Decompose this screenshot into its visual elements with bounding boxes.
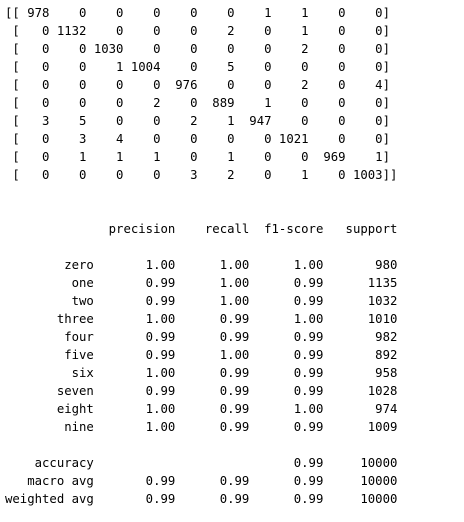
blank-line: ​ [5, 202, 397, 220]
matrix-row: [ 0 1 1 1 0 1 0 0 969 1] [5, 150, 390, 164]
matrix-row: [ 0 1132 0 0 0 2 0 1 0 0] [5, 24, 390, 38]
matrix-row: [ 0 0 0 0 976 0 0 2 0 4] [5, 78, 390, 92]
matrix-row: [ 3 5 0 0 2 1 947 0 0 0] [5, 114, 390, 128]
report-row: two 0.99 1.00 0.99 1032 [5, 294, 398, 308]
confusion-matrix: [[ 978 0 0 0 0 0 1 1 0 0] [ 0 1132 0 0 0… [5, 4, 397, 184]
console-output: [[ 978 0 0 0 0 0 1 1 0 0] [ 0 1132 0 0 0… [0, 4, 397, 508]
report-summary-row: macro avg 0.99 0.99 0.99 10000 [5, 474, 398, 488]
classification-report: precision recall f1-score support ​ zero … [5, 220, 397, 508]
matrix-row: [ 0 0 1030 0 0 0 0 2 0 0] [5, 42, 390, 56]
blank-line: ​ [5, 184, 397, 202]
report-summary-row: weighted avg 0.99 0.99 0.99 10000 [5, 492, 398, 506]
matrix-row: [ 0 0 0 2 0 889 1 0 0 0] [5, 96, 390, 110]
report-row: eight 1.00 0.99 1.00 974 [5, 402, 398, 416]
report-row: seven 0.99 0.99 0.99 1028 [5, 384, 398, 398]
matrix-row: [ 0 0 1 1004 0 5 0 0 0 0] [5, 60, 390, 74]
report-row: three 1.00 0.99 1.00 1010 [5, 312, 398, 326]
report-summary-row: accuracy 0.99 10000 [5, 456, 398, 470]
report-row: zero 1.00 1.00 1.00 980 [5, 258, 398, 272]
report-header: precision recall f1-score support [5, 222, 398, 236]
blank-line: ​ [5, 436, 397, 454]
matrix-row: [ 0 3 4 0 0 0 0 1021 0 0] [5, 132, 390, 146]
report-row: six 1.00 0.99 0.99 958 [5, 366, 398, 380]
report-row: one 0.99 1.00 0.99 1135 [5, 276, 398, 290]
blank-line: ​ [5, 238, 397, 256]
matrix-row: [[ 978 0 0 0 0 0 1 1 0 0] [5, 6, 390, 20]
report-row: nine 1.00 0.99 0.99 1009 [5, 420, 398, 434]
report-row: five 0.99 1.00 0.99 892 [5, 348, 398, 362]
report-row: four 0.99 0.99 0.99 982 [5, 330, 398, 344]
matrix-row: [ 0 0 0 0 3 2 0 1 0 1003]] [5, 168, 398, 182]
